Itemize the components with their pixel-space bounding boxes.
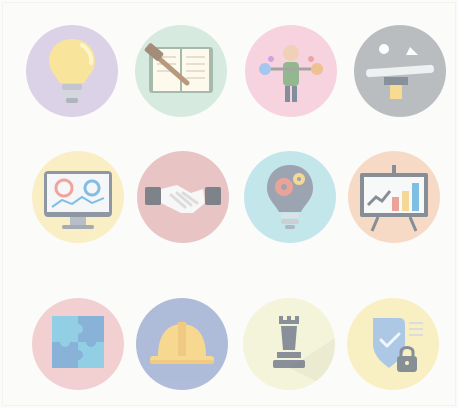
desk-tools-icon [354, 25, 446, 117]
auction-book-icon [135, 25, 227, 117]
puzzle-icon [32, 298, 124, 390]
growth-chart-icon [348, 151, 440, 243]
security-shield-icon [347, 298, 439, 390]
hard-hat-icon [136, 298, 228, 390]
idea-gears-icon [244, 151, 336, 243]
chess-rook-icon [243, 298, 335, 390]
dashboard-monitor-icon [32, 151, 124, 243]
icon-grid [0, 0, 458, 408]
handshake-icon [137, 151, 229, 243]
balance-person-icon [245, 25, 337, 117]
lightbulb-icon [26, 25, 118, 117]
